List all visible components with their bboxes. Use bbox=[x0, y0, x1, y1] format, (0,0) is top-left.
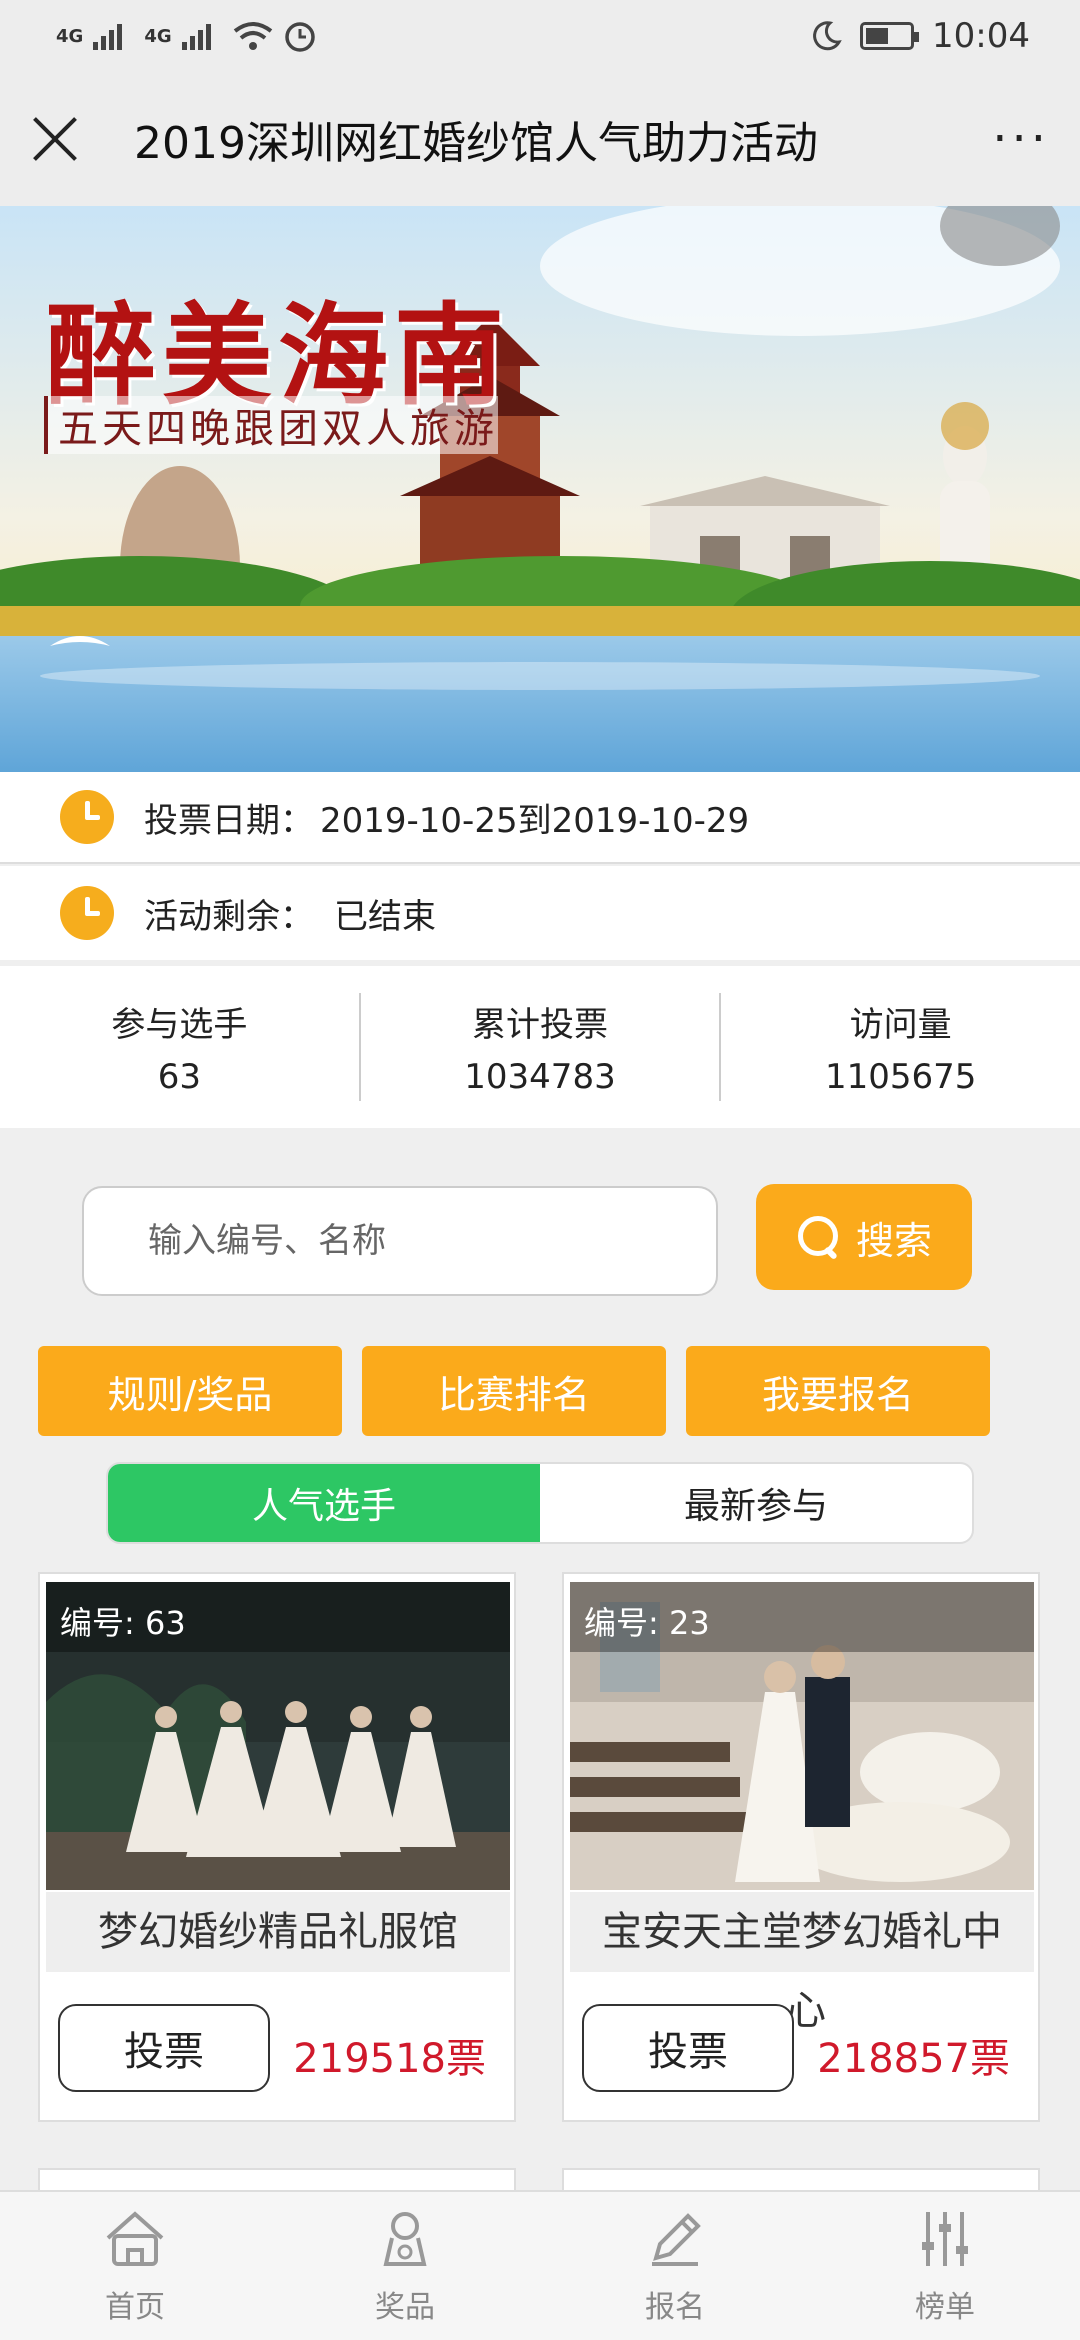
bottom-nav: 首页 奖品 报名 榜单 bbox=[0, 2190, 1080, 2340]
home-icon bbox=[106, 2211, 164, 2266]
contestant-tabs: 人气选手 最新参与 bbox=[106, 1462, 974, 1544]
status-left: 4G 4G bbox=[56, 19, 317, 53]
stat-value: 1105675 bbox=[824, 1057, 977, 1097]
contestant-card[interactable]: 编号: 63 梦幻婚纱精品礼服馆 投票 219518票 bbox=[38, 1572, 516, 2122]
banner-image[interactable]: 醉美海南 五天四晚跟团双人旅游 bbox=[0, 206, 1080, 772]
contestant-number: 编号: 63 bbox=[46, 1582, 510, 1652]
remaining-value: 已结束 bbox=[334, 896, 436, 937]
vote-date-value: 2019-10-25到2019-10-29 bbox=[320, 800, 750, 841]
nav-ranking-label: 榜单 bbox=[915, 2290, 975, 2325]
moon-icon bbox=[813, 21, 842, 51]
nav-signup[interactable]: 报名 bbox=[540, 2192, 810, 2340]
clock-icon bbox=[60, 790, 114, 844]
vote-button[interactable]: 投票 bbox=[582, 2004, 794, 2092]
title-bar: 2019深圳网红婚纱馆人气助力活动 ··· bbox=[0, 72, 1080, 206]
status-time: 10:04 bbox=[932, 16, 1030, 56]
signup-button[interactable]: 我要报名 bbox=[686, 1346, 990, 1436]
alarm-icon bbox=[284, 22, 315, 52]
prize-icon bbox=[383, 2212, 427, 2266]
nav-home-label: 首页 bbox=[105, 2290, 165, 2325]
close-icon[interactable] bbox=[30, 114, 80, 164]
stat-label: 参与选手 bbox=[111, 1005, 248, 1045]
network-type-2: 4G bbox=[144, 25, 172, 47]
clock-icon bbox=[60, 886, 114, 940]
ranking-button[interactable]: 比赛排名 bbox=[362, 1346, 666, 1436]
search-input[interactable] bbox=[82, 1186, 718, 1296]
stat-value: 63 bbox=[157, 1057, 201, 1097]
vote-date-label: 投票日期： bbox=[144, 800, 314, 841]
contestant-number: 编号: 23 bbox=[570, 1582, 1034, 1652]
nav-signup-label: 报名 bbox=[645, 2290, 705, 2325]
vote-count: 219518票 bbox=[293, 2036, 486, 2082]
nav-ranking[interactable]: 榜单 bbox=[810, 2192, 1080, 2340]
nav-home[interactable]: 首页 bbox=[0, 2192, 270, 2340]
remaining-row: 活动剩余： 已结束 bbox=[0, 866, 1080, 960]
contestant-card[interactable]: 编号: 23 宝安天主堂梦幻婚礼中 心 投票 218857票 bbox=[562, 1572, 1040, 2122]
more-options-icon[interactable]: ··· bbox=[992, 111, 1050, 167]
stat-label: 累计投票 bbox=[472, 1005, 608, 1045]
search-icon bbox=[796, 1214, 842, 1260]
contestant-name: 梦幻婚纱精品礼服馆 bbox=[46, 1892, 510, 1972]
stat-total-votes: 累计投票 1034783 bbox=[361, 993, 722, 1101]
rules-prizes-button[interactable]: 规则/奖品 bbox=[38, 1346, 342, 1436]
stats-panel: 参与选手 63 累计投票 1034783 访问量 1105675 bbox=[0, 966, 1080, 1128]
stat-participants: 参与选手 63 bbox=[0, 993, 361, 1101]
search-button-label: 搜索 bbox=[855, 1218, 932, 1263]
nav-prizes-label: 奖品 bbox=[375, 2290, 435, 2325]
signal-icon-2 bbox=[181, 22, 211, 50]
vote-count: 218857票 bbox=[817, 2036, 1010, 2082]
banner-subtitle: 五天四晚跟团双人旅游 bbox=[44, 396, 498, 454]
search-button[interactable]: 搜索 bbox=[756, 1184, 972, 1290]
signal-icon bbox=[93, 22, 123, 50]
stat-value: 1034783 bbox=[464, 1057, 616, 1097]
wifi-icon bbox=[233, 22, 272, 50]
status-bar: 4G 4G 10:04 bbox=[0, 0, 1080, 72]
status-right: 10:04 bbox=[810, 16, 1030, 56]
tab-latest[interactable]: 最新参与 bbox=[540, 1464, 972, 1542]
network-type-1: 4G bbox=[56, 25, 84, 47]
stat-label: 访问量 bbox=[849, 1005, 952, 1045]
contestant-name: 宝安天主堂梦幻婚礼中 bbox=[570, 1892, 1034, 1972]
tab-popular[interactable]: 人气选手 bbox=[108, 1464, 540, 1542]
battery-icon bbox=[860, 22, 920, 50]
vote-date-row: 投票日期： 2019-10-25到2019-10-29 bbox=[0, 772, 1080, 864]
page-title: 2019深圳网红婚纱馆人气助力活动 bbox=[134, 118, 818, 169]
vote-button[interactable]: 投票 bbox=[58, 2004, 270, 2092]
remaining-label: 活动剩余： bbox=[144, 896, 314, 937]
pencil-icon bbox=[652, 2213, 701, 2266]
nav-prizes[interactable]: 奖品 bbox=[270, 2192, 540, 2340]
stat-visits: 访问量 1105675 bbox=[721, 993, 1080, 1101]
sliders-icon bbox=[922, 2212, 968, 2266]
